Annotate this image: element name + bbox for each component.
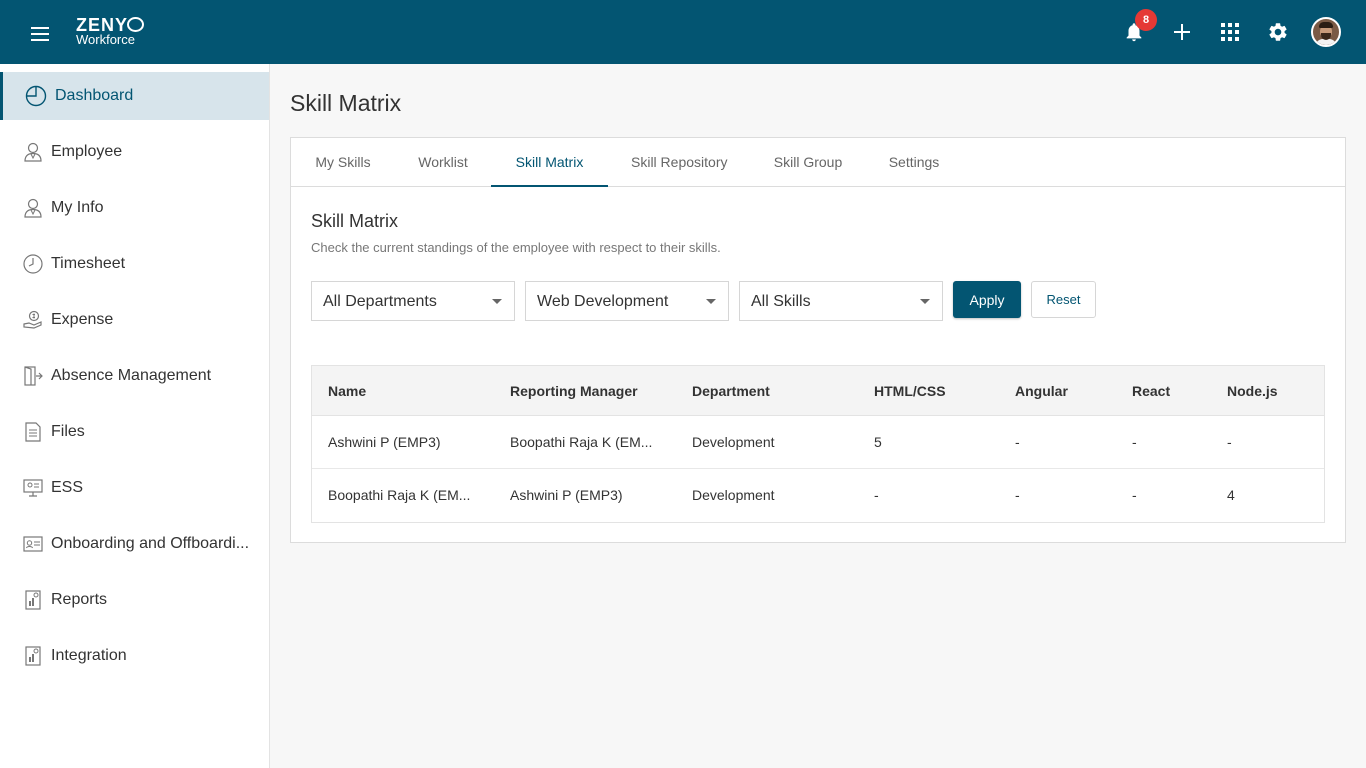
sidebar: Dashboard Employee My Info Timesheet Exp… [0,64,270,768]
sidebar-item-label: Employee [51,143,123,160]
expense-icon [23,310,42,329]
column-header-react[interactable]: React [1132,366,1212,416]
sidebar-item-onboarding[interactable]: Onboarding and Offboardi... [0,520,269,568]
cell-angular: - [1015,487,1020,503]
section-description: Check the current standings of the emplo… [311,240,721,255]
reset-button[interactable]: Reset [1031,281,1096,318]
cell-department: Development [692,434,775,450]
tab-settings[interactable]: Settings [888,138,940,187]
column-header-html-css[interactable]: HTML/CSS [874,366,994,416]
sidebar-item-timesheet[interactable]: Timesheet [0,240,269,288]
sidebar-item-absence-management[interactable]: Absence Management [0,352,269,400]
employee-icon [24,142,42,162]
cell-react: - [1132,487,1137,503]
sidebar-item-files[interactable]: Files [0,408,269,456]
sidebar-item-employee[interactable]: Employee [0,128,269,176]
chevron-down-icon [492,299,502,304]
tab-worklist[interactable]: Worklist [417,138,469,187]
top-bar: ZENY Workforce 8 [0,0,1366,64]
cell-nodejs: 4 [1227,487,1235,503]
skill-matrix-table: Name Reporting Manager Department HTML/C… [311,365,1325,523]
menu-icon[interactable] [28,22,52,44]
app-logo[interactable]: ZENY Workforce [76,16,156,48]
sidebar-item-ess[interactable]: ESS [0,464,269,512]
file-icon [25,422,41,442]
table-row[interactable]: Ashwini P (EMP3) Boopathi Raja K (EM... … [312,416,1324,469]
department-select[interactable]: All Departments [311,281,515,321]
id-card-icon [23,536,43,552]
notification-count-badge: 8 [1135,9,1157,31]
column-header-name[interactable]: Name [328,366,498,416]
sidebar-item-dashboard[interactable]: Dashboard [0,72,269,120]
sidebar-item-label: Onboarding and Offboardi... [51,535,250,552]
skill-select[interactable]: All Skills [739,281,943,321]
sidebar-item-expense[interactable]: Expense [0,296,269,344]
sidebar-item-label: Timesheet [51,255,126,272]
tab-bar: My Skills Worklist Skill Matrix Skill Re… [291,138,1345,187]
skill-group-select[interactable]: Web Development [525,281,729,321]
sidebar-item-label: ESS [51,479,84,496]
column-header-angular[interactable]: Angular [1015,366,1115,416]
sidebar-item-my-info[interactable]: My Info [0,184,269,232]
integration-icon [25,646,41,666]
department-select-value: All Departments [323,293,437,310]
sidebar-item-integration[interactable]: Integration [0,632,269,680]
section-title: Skill Matrix [311,211,399,231]
cell-html-css: - [874,487,879,503]
logo-subtext: Workforce [76,32,135,47]
apps-grid-icon[interactable] [1214,16,1246,48]
tab-skill-group[interactable]: Skill Group [773,138,843,187]
sidebar-item-label: Absence Management [51,367,212,384]
sidebar-item-label: Expense [51,311,114,328]
tab-my-skills[interactable]: My Skills [315,138,371,187]
add-icon[interactable] [1166,16,1198,48]
tab-skill-repository[interactable]: Skill Repository [631,138,727,187]
my-info-icon [24,198,42,218]
ess-icon [23,479,43,497]
clock-icon [23,254,43,274]
sidebar-item-reports[interactable]: Reports [0,576,269,624]
column-header-department[interactable]: Department [692,366,862,416]
sidebar-item-label: Reports [51,591,108,608]
chevron-down-icon [920,299,930,304]
sidebar-item-label: Files [51,423,85,440]
report-icon [25,590,41,610]
skill-matrix-card: My Skills Worklist Skill Matrix Skill Re… [290,137,1346,543]
cell-name: Boopathi Raja K (EM... [328,487,471,503]
skill-group-select-value: Web Development [537,293,669,310]
cell-html-css: 5 [874,434,882,450]
table-row[interactable]: Boopathi Raja K (EM... Ashwini P (EMP3) … [312,469,1324,522]
exit-door-icon [24,366,43,386]
column-header-nodejs[interactable]: Node.js [1227,366,1317,416]
column-header-reporting-manager[interactable]: Reporting Manager [510,366,680,416]
sidebar-item-label: Dashboard [55,87,134,104]
apply-button[interactable]: Apply [953,281,1021,318]
sidebar-item-label: My Info [51,199,104,216]
cell-reporting-manager: Boopathi Raja K (EM... [510,434,653,450]
logo-ring-icon [127,17,144,32]
cell-name: Ashwini P (EMP3) [328,434,441,450]
cell-react: - [1132,434,1137,450]
cell-reporting-manager: Ashwini P (EMP3) [510,487,623,503]
sidebar-item-label: Integration [51,647,127,664]
dashboard-icon [25,85,47,107]
table-header-row: Name Reporting Manager Department HTML/C… [312,366,1324,416]
cell-nodejs: - [1227,434,1232,450]
skill-select-value: All Skills [751,293,811,310]
tab-skill-matrix[interactable]: Skill Matrix [491,138,608,187]
chevron-down-icon [706,299,716,304]
page-title: Skill Matrix [290,90,402,116]
user-avatar[interactable] [1311,17,1341,47]
cell-department: Development [692,487,775,503]
cell-angular: - [1015,434,1020,450]
settings-gear-icon[interactable] [1262,16,1294,48]
